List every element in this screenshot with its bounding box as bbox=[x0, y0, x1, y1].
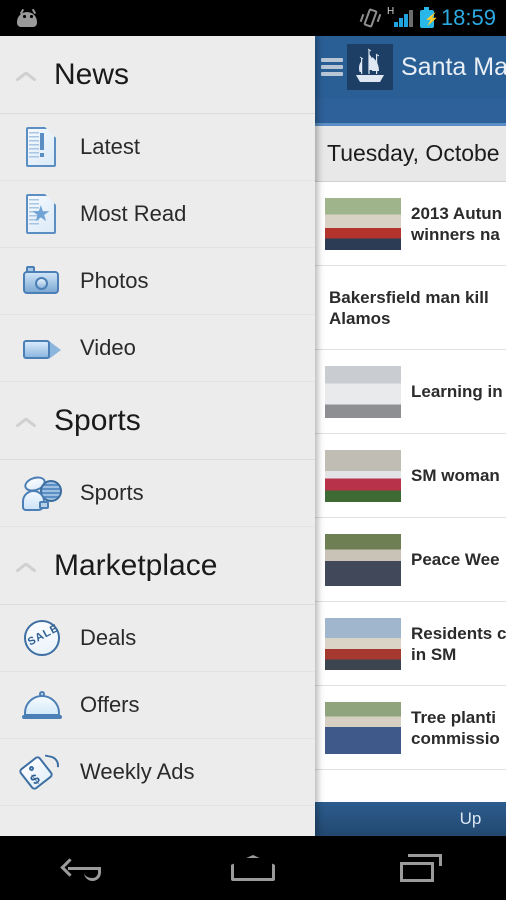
drawer-item-label: Offers bbox=[80, 692, 140, 717]
drawer-item-photos[interactable]: Photos bbox=[0, 248, 315, 315]
drawer-section-title: News bbox=[54, 57, 130, 91]
drawer-item-label: Video bbox=[80, 335, 136, 360]
app-bar: Santa Mari bbox=[315, 36, 506, 98]
navigation-drawer[interactable]: News Latest ★ Most Read Photos Video Sports Spo… bbox=[0, 36, 315, 836]
flowers-memorial-thumb bbox=[325, 449, 401, 502]
article-title-line1: Learning in bbox=[411, 382, 503, 401]
ship-logo-icon bbox=[347, 44, 393, 90]
article-title-line2: commissio bbox=[411, 728, 500, 748]
drawer-item-offers[interactable]: Offers bbox=[0, 672, 315, 739]
drawer-item-label: Weekly Ads bbox=[80, 759, 195, 784]
chevron-up-icon[interactable] bbox=[14, 62, 40, 88]
document-alert-icon bbox=[20, 125, 64, 169]
status-clock: 18:59 bbox=[440, 5, 496, 30]
article-row[interactable]: 2013 Autun winners na bbox=[315, 182, 506, 266]
android-navigation-bar bbox=[0, 836, 506, 900]
android-robot-icon bbox=[14, 8, 40, 28]
app-title: Santa Mari bbox=[401, 52, 506, 81]
hamburger-menu-icon[interactable] bbox=[321, 55, 343, 79]
drawer-section-sports[interactable]: Sports bbox=[0, 382, 315, 460]
chevron-up-icon[interactable] bbox=[14, 408, 40, 434]
article-title: Residents c in SM bbox=[411, 623, 506, 665]
video-camera-icon bbox=[20, 326, 64, 370]
article-row[interactable]: Bakersfield man kill Alamos bbox=[315, 266, 506, 350]
signal-h-icon: H bbox=[387, 7, 413, 29]
article-title-line2: in SM bbox=[411, 644, 457, 664]
drawer-item-label: Sports bbox=[80, 480, 144, 505]
article-row[interactable]: SM woman bbox=[315, 434, 506, 518]
article-title-line2: winners na bbox=[411, 224, 500, 244]
network-type-label: H bbox=[386, 6, 395, 17]
camera-icon bbox=[20, 259, 64, 303]
two-men-thumb bbox=[325, 533, 401, 586]
sale-sticker-icon: SALE bbox=[20, 616, 64, 660]
article-row[interactable]: Learning in bbox=[315, 350, 506, 434]
article-row[interactable]: Peace Wee bbox=[315, 518, 506, 602]
back-button[interactable] bbox=[29, 836, 139, 900]
drawer-item-latest[interactable]: Latest bbox=[0, 114, 315, 181]
drawer-item-video[interactable]: Video bbox=[0, 315, 315, 382]
cloche-icon bbox=[20, 683, 64, 727]
article-title-line1: 2013 Autun bbox=[411, 203, 503, 223]
date-header-text: Tuesday, Octobe bbox=[327, 140, 500, 166]
men-outdoors-thumb bbox=[325, 701, 401, 754]
article-title: SM woman bbox=[411, 465, 500, 486]
article-list-panel[interactable]: Santa Mari Tuesday, Octobe 2013 Autunwin… bbox=[315, 36, 506, 836]
drawer-item-label: Deals bbox=[80, 625, 137, 650]
white-car-thumb bbox=[325, 365, 401, 418]
battery-charging-icon: ⚡ bbox=[419, 7, 439, 29]
article-title: Tree planti commissio bbox=[411, 707, 500, 749]
home-icon bbox=[230, 855, 275, 881]
article-title-line2: Alamos bbox=[329, 308, 391, 328]
price-tag-icon: $ bbox=[17, 750, 64, 794]
document-star-icon: ★ bbox=[20, 192, 64, 236]
drawer-item-label: Most Read bbox=[80, 201, 187, 226]
home-button[interactable] bbox=[198, 836, 308, 900]
update-bar-label: Up bbox=[459, 809, 482, 828]
crowd-thumb bbox=[325, 617, 401, 670]
drawer-item-sports[interactable]: Sports bbox=[0, 460, 315, 527]
drawer-item-weekly-ads[interactable]: $ Weekly Ads bbox=[0, 739, 315, 806]
drawer-section-marketplace[interactable]: Marketplace bbox=[0, 527, 315, 605]
drawer-section-title: Marketplace bbox=[54, 548, 218, 582]
drawer-section-news[interactable]: News bbox=[0, 36, 315, 114]
article-list[interactable]: 2013 Autun winners na Bakersfield man kill… bbox=[315, 182, 506, 770]
status-bar: H ⚡ 18:59 bbox=[0, 0, 506, 36]
drawer-item-most-read[interactable]: ★ Most Read bbox=[0, 181, 315, 248]
article-title-line1: Bakersfield man kill bbox=[329, 287, 489, 307]
recents-button[interactable] bbox=[367, 836, 477, 900]
article-title: Peace Wee bbox=[411, 549, 500, 570]
article-title-line1: SM woman bbox=[411, 466, 500, 485]
drawer-item-label: Latest bbox=[80, 134, 140, 159]
article-title: Bakersfield man kill Alamos bbox=[329, 287, 489, 329]
drawer-item-label: Photos bbox=[80, 268, 149, 293]
article-title: Learning in bbox=[411, 381, 503, 402]
drawer-section-title: Sports bbox=[54, 403, 141, 437]
article-title-line1: Tree planti bbox=[411, 707, 497, 727]
vibrate-icon bbox=[359, 7, 382, 29]
date-header: Tuesday, Octobe bbox=[315, 126, 506, 182]
update-bar[interactable]: Up bbox=[315, 802, 506, 836]
chevron-up-icon[interactable] bbox=[14, 553, 40, 579]
article-row[interactable]: Residents c in SM bbox=[315, 602, 506, 686]
article-title-line1: Peace Wee bbox=[411, 550, 500, 569]
app-bar-underline bbox=[315, 98, 506, 126]
drawer-item-deals[interactable]: SALE Deals bbox=[0, 605, 315, 672]
recents-icon bbox=[399, 854, 444, 882]
app-window: Santa Mari Tuesday, Octobe 2013 Autunwin… bbox=[0, 36, 506, 836]
people-working-thumb bbox=[325, 197, 401, 250]
sports-balls-icon bbox=[20, 471, 64, 515]
article-row[interactable]: Tree planti commissio bbox=[315, 686, 506, 770]
back-arrow-icon bbox=[60, 855, 107, 881]
article-title: 2013 Autun winners na bbox=[411, 203, 502, 245]
article-title-line1: Residents c bbox=[411, 623, 506, 643]
